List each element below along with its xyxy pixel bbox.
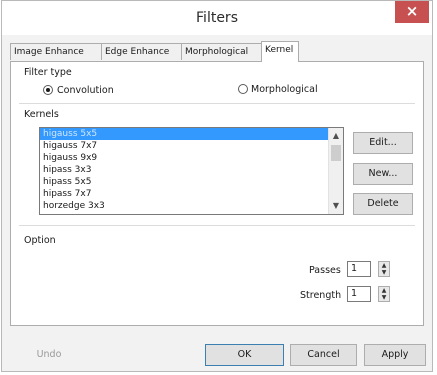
- tab-kernel[interactable]: Kernel: [261, 41, 299, 62]
- scrollbar-thumb[interactable]: [331, 145, 341, 161]
- kernels-listbox[interactable]: higauss 5x5 higauss 7x7 higauss 9x9 hipa…: [39, 127, 344, 215]
- chevron-down-icon[interactable]: ▼: [329, 199, 343, 213]
- strength-input[interactable]: 1: [347, 286, 371, 302]
- kernels-label: Kernels: [24, 109, 59, 120]
- list-item[interactable]: higauss 5x5: [40, 128, 343, 140]
- chevron-up-icon[interactable]: ▲: [329, 129, 343, 143]
- title-bar: Filters ×: [2, 1, 432, 35]
- kernels-scrollbar[interactable]: ▲ ▼: [328, 128, 343, 214]
- convolution-radio[interactable]: [43, 85, 53, 95]
- passes-input[interactable]: 1: [347, 261, 371, 277]
- divider: [19, 103, 415, 104]
- filters-dialog: Filters × Image Enhance Edge Enhance Mor…: [1, 0, 433, 372]
- strength-spinner[interactable]: ▲ ▼: [378, 286, 390, 302]
- delete-button[interactable]: Delete: [353, 193, 413, 215]
- divider: [19, 225, 415, 226]
- list-item[interactable]: horzedge 3x3: [40, 200, 343, 212]
- spin-down-icon[interactable]: ▼: [379, 294, 389, 301]
- list-item[interactable]: hipass 3x3: [40, 164, 343, 176]
- list-item[interactable]: hipass 5x5: [40, 176, 343, 188]
- spin-up-icon[interactable]: ▲: [379, 287, 389, 294]
- apply-button[interactable]: Apply: [364, 344, 426, 366]
- convolution-radio-label[interactable]: Convolution: [57, 85, 114, 96]
- edit-button[interactable]: Edit...: [353, 132, 413, 154]
- strength-label: Strength: [300, 290, 342, 301]
- new-button[interactable]: New...: [353, 163, 413, 185]
- passes-label: Passes: [309, 265, 341, 276]
- close-button[interactable]: ×: [395, 1, 429, 23]
- passes-spinner[interactable]: ▲ ▼: [378, 261, 390, 277]
- ok-button[interactable]: OK: [205, 344, 284, 366]
- spin-down-icon[interactable]: ▼: [379, 269, 389, 276]
- filter-type-label: Filter type: [24, 67, 72, 78]
- morphological-radio-label[interactable]: Morphological: [251, 84, 318, 95]
- list-item[interactable]: higauss 9x9: [40, 152, 343, 164]
- list-item[interactable]: hipass 7x7: [40, 188, 343, 200]
- list-item[interactable]: higauss 7x7: [40, 140, 343, 152]
- kernel-tab-panel: Filter type Convolution Morphological Ke…: [10, 61, 424, 326]
- tab-edge-enhance[interactable]: Edge Enhance: [101, 43, 182, 60]
- option-label: Option: [24, 235, 56, 246]
- undo-button[interactable]: Undo: [17, 344, 81, 366]
- close-icon: ×: [405, 2, 419, 20]
- tab-morphological[interactable]: Morphological: [181, 43, 263, 60]
- morphological-radio[interactable]: [238, 84, 248, 94]
- dialog-title: Filters: [196, 10, 238, 26]
- spin-up-icon[interactable]: ▲: [379, 262, 389, 269]
- cancel-button[interactable]: Cancel: [290, 344, 357, 366]
- tab-image-enhance[interactable]: Image Enhance: [10, 43, 102, 60]
